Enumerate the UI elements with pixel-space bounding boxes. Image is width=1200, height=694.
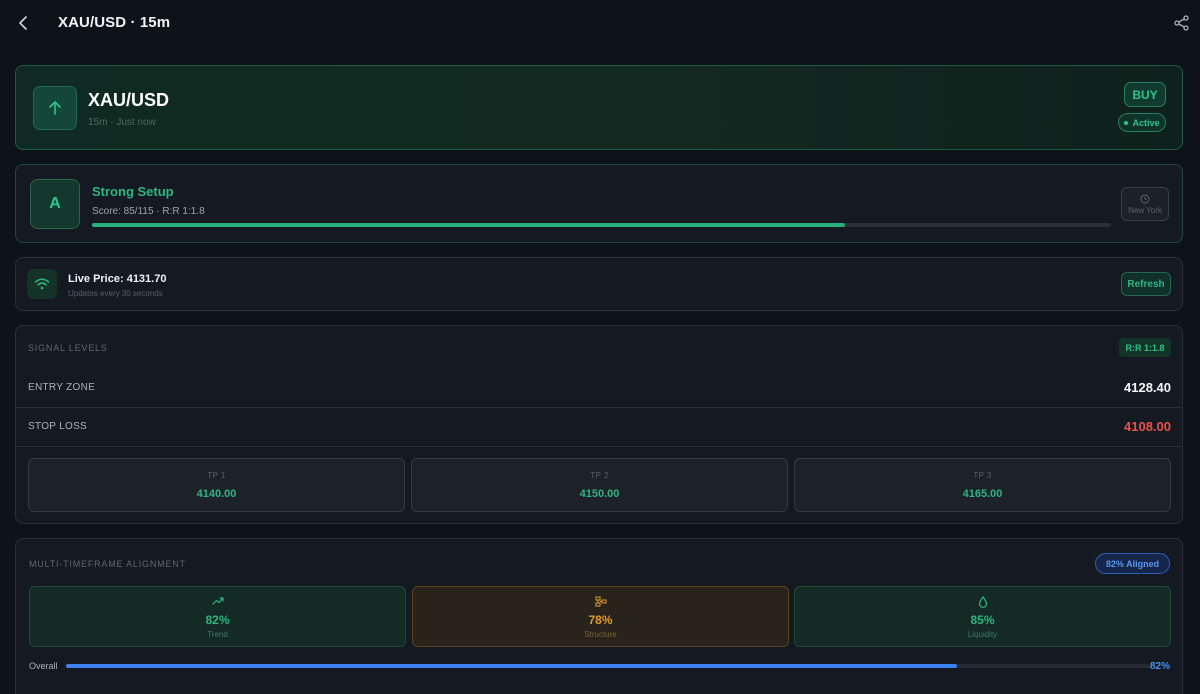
live-price-card: Live Price: 4131.70 Updates every 30 sec…	[15, 257, 1183, 311]
entry-zone-label: ENTRY ZONE	[28, 382, 96, 393]
timeframe-name: Liquidity	[967, 630, 998, 639]
section-title: SIGNAL LEVELS	[28, 343, 108, 353]
tp-value: 4140.00	[196, 488, 237, 500]
arrow-up-icon	[49, 101, 61, 115]
timeframe-name: Trend	[207, 630, 228, 639]
timeframe-structure: 78% Structure	[412, 586, 789, 647]
trend-icon-wrap	[30, 596, 405, 606]
live-price-subtitle: Updates every 30 seconds	[68, 289, 163, 298]
overall-percent: 82%	[1150, 661, 1171, 672]
setup-title: Strong Setup	[92, 184, 174, 199]
live-icon-box	[27, 269, 57, 299]
overall-progress-fill	[66, 664, 957, 668]
setup-score: Score: 85/115 · R:R 1:1.8	[92, 206, 205, 217]
tp-label: TP 3	[973, 471, 992, 480]
direction-icon-box	[33, 86, 77, 130]
status-label: Active	[1132, 117, 1160, 128]
chevron-left-icon	[19, 16, 27, 30]
tp-label: TP 2	[590, 471, 609, 480]
timeframe-trend: 82% Trend	[29, 586, 406, 647]
session-indicator: New York	[1121, 187, 1169, 221]
refresh-button[interactable]: Refresh	[1121, 272, 1171, 296]
timeframe-percent: 78%	[588, 613, 613, 627]
timeframe-name: Structure	[584, 630, 617, 639]
timeframe-liquidity: 85% Liquidity	[794, 586, 1171, 647]
clock-icon	[1140, 194, 1150, 203]
section-title: MULTI-TIMEFRAME ALIGNMENT	[29, 559, 186, 569]
top-bar: XAU/USD · 15m	[0, 0, 1200, 48]
tp-value: 4165.00	[962, 488, 1003, 500]
structure-icon	[595, 596, 606, 607]
symbol-label: XAU/USD	[88, 90, 170, 110]
timeframe-percent: 85%	[970, 613, 995, 627]
stop-loss-value: 4108.00	[1124, 419, 1171, 434]
liquidity-icon	[978, 596, 987, 608]
score-progress-fill	[92, 223, 846, 227]
stop-loss-label: STOP LOSS	[28, 421, 88, 432]
risk-reward-badge: R:R 1:1.8	[1119, 338, 1171, 357]
session-label: New York	[1128, 205, 1162, 215]
overall-label: Overall	[29, 661, 58, 671]
take-profit-1: TP 1 4140.00	[28, 458, 405, 512]
grade-badge: A	[30, 179, 80, 229]
setup-card: A Strong Setup Score: 85/115 · R:R 1:1.8…	[15, 164, 1183, 243]
share-button[interactable]	[1174, 15, 1192, 33]
share-icon	[1174, 15, 1189, 31]
alignment-card: MULTI-TIMEFRAME ALIGNMENT 82% Aligned 82…	[15, 538, 1183, 694]
liquidity-icon-wrap	[795, 596, 1170, 608]
entry-zone-row: ENTRY ZONE 4128.40	[16, 368, 1182, 408]
trend-icon	[211, 597, 224, 605]
live-price-label: Live Price: 4131.70	[68, 273, 167, 285]
take-profit-3: TP 3 4165.00	[794, 458, 1171, 512]
wifi-icon	[34, 278, 50, 290]
direction-badge: BUY	[1124, 82, 1166, 107]
signal-header-card: XAU/USD 15m · Just now BUY Active	[15, 65, 1183, 150]
score-progress-bar	[92, 223, 1111, 227]
entry-zone-value: 4128.40	[1124, 380, 1171, 395]
page-title: XAU/USD · 15m	[58, 14, 171, 31]
signal-meta: 15m · Just now	[88, 117, 156, 128]
signal-levels-card: SIGNAL LEVELS R:R 1:1.8 ENTRY ZONE 4128.…	[15, 325, 1183, 524]
status-dot-icon	[1124, 120, 1129, 125]
tp-label: TP 1	[207, 471, 226, 480]
status-badge: Active	[1118, 113, 1166, 132]
stop-loss-row: STOP LOSS 4108.00	[16, 407, 1182, 447]
timeframe-percent: 82%	[205, 613, 230, 627]
back-button[interactable]	[14, 14, 32, 32]
take-profit-2: TP 2 4150.00	[411, 458, 788, 512]
tp-value: 4150.00	[579, 488, 620, 500]
aligned-badge: 82% Aligned	[1095, 553, 1170, 574]
overall-progress-bar	[66, 664, 1152, 668]
structure-icon-wrap	[413, 596, 788, 607]
